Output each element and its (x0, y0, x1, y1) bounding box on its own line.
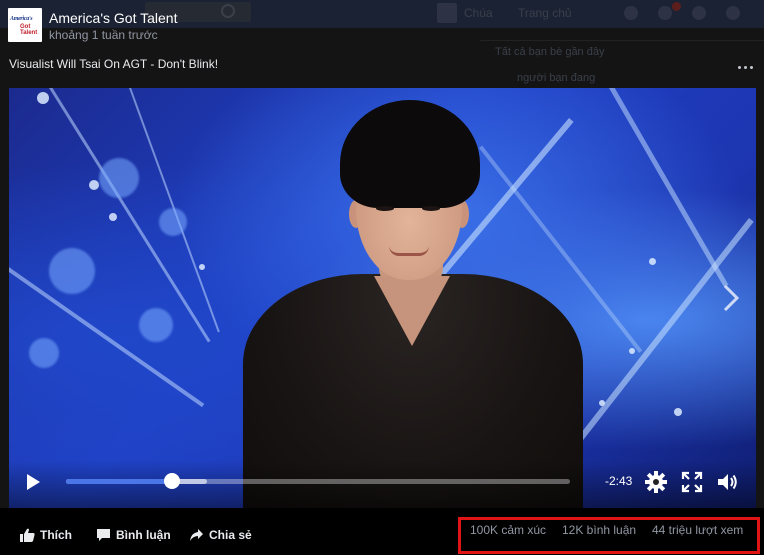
performer-neckline (374, 276, 450, 346)
post-timestamp[interactable]: khoảng 1 tuần trước (49, 28, 158, 42)
comment-button[interactable]: Bình luận (96, 526, 171, 544)
settings-icon[interactable] (644, 470, 668, 494)
played-bar (66, 479, 172, 484)
volume-icon[interactable] (716, 470, 740, 494)
fullscreen-icon[interactable] (680, 470, 704, 494)
views-count: 44 triệu lượt xem (652, 523, 744, 537)
comments-count[interactable]: 12K bình luận (562, 523, 636, 537)
page-name-link[interactable]: America's Got Talent (49, 10, 177, 26)
more-options-icon[interactable] (736, 60, 756, 74)
reactions-count[interactable]: 100K cảm xúc (470, 523, 546, 537)
like-label: Thích (40, 528, 72, 542)
comment-label: Bình luận (116, 528, 171, 542)
thumbs-up-icon (20, 528, 35, 542)
next-arrow-icon[interactable] (721, 284, 741, 312)
post-footer: Thích Bình luận Chia sẻ 100K cảm xúc 12K… (0, 508, 764, 555)
time-remaining: -2:43 (605, 474, 633, 488)
share-label: Chia sẻ (209, 528, 252, 542)
agt-logo-icon: America's Got Talent (10, 16, 40, 36)
progress-track[interactable] (66, 473, 570, 489)
logo-text-bottom: Got Talent (20, 24, 38, 36)
scrubber-handle[interactable] (163, 473, 180, 489)
video-player[interactable]: -2:43 (9, 88, 756, 508)
video-controls: -2:43 (9, 460, 756, 508)
comment-icon (97, 529, 110, 541)
background-right-panel-line-2: người bạn đang (517, 72, 596, 84)
logo-text-top: America's (10, 16, 33, 22)
page-logo[interactable]: America's Got Talent (8, 8, 42, 42)
post-header: America's Got Talent America's Got Talen… (0, 0, 764, 48)
like-button[interactable]: Thích (20, 526, 72, 544)
share-icon (190, 529, 203, 541)
play-icon[interactable] (27, 474, 40, 490)
share-button[interactable]: Chia sẻ (189, 526, 252, 544)
post-title: Visualist Will Tsai On AGT - Don't Blink… (9, 57, 219, 71)
